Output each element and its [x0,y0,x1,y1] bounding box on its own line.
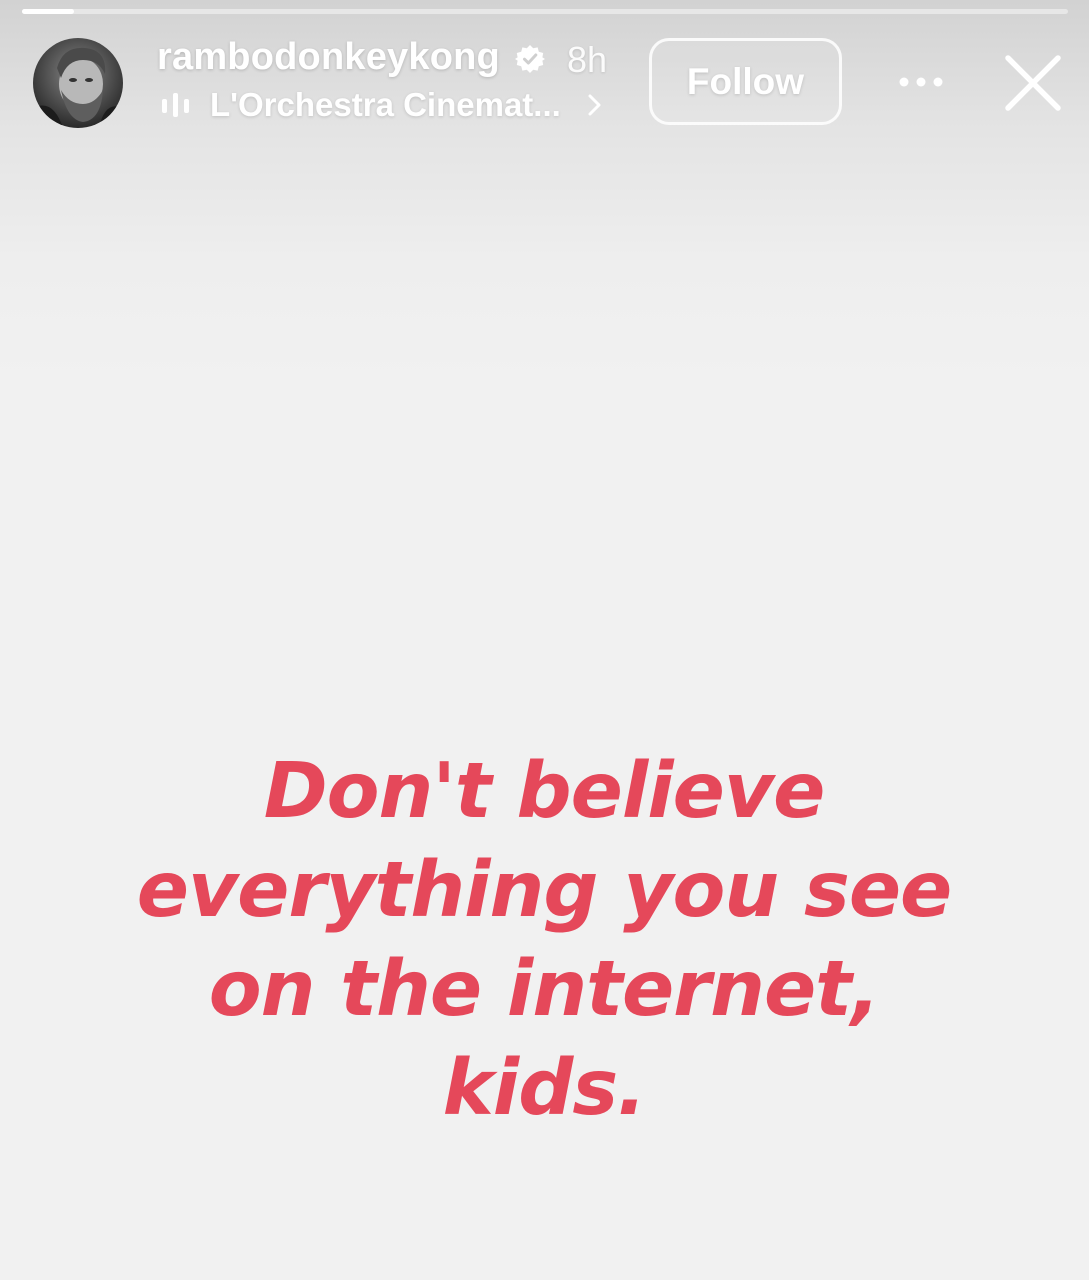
story-caption-line: Don't believe [263,747,826,836]
audio-bars-icon [162,93,189,117]
chevron-right-icon[interactable] [586,92,604,118]
story-progress-bar [22,9,1068,14]
story-progress-fill [22,9,75,14]
more-options-icon[interactable] [896,70,946,94]
username[interactable]: rambodonkeykong [157,36,500,79]
follow-button[interactable]: Follow [649,38,842,125]
avatar[interactable] [33,38,123,128]
story-caption-text: Don't believe everything you see on the … [44,742,1044,1138]
story-caption-line: kids. [442,1044,647,1133]
story-caption-line: everything you see [136,846,953,935]
story-caption-line: on the internet, [208,945,881,1034]
story-viewer[interactable]: rambodonkeykong 8h L'Orchestra Cinemat..… [0,0,1089,1280]
verified-badge-icon [515,45,545,73]
user-avatar-photo [33,38,123,128]
close-icon[interactable] [1003,53,1063,113]
music-track-label[interactable]: L'Orchestra Cinemat... [210,86,561,124]
post-timestamp: 8h [567,39,608,80]
